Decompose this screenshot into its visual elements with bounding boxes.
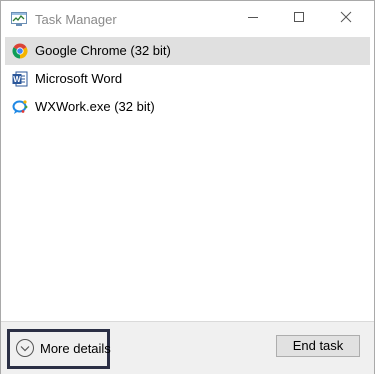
more-details-button[interactable]: More details — [7, 329, 111, 369]
task-manager-window: Task Manager Google Chrome (32 bit) W Mi… — [0, 0, 375, 374]
task-manager-icon — [11, 12, 27, 26]
window-title: Task Manager — [35, 12, 117, 27]
app-name: Google Chrome (32 bit) — [35, 43, 171, 58]
footer-bar: More details End task — [1, 321, 374, 374]
app-row-word[interactable]: W Microsoft Word — [5, 65, 370, 93]
app-name: Microsoft Word — [35, 71, 123, 86]
svg-text:W: W — [13, 75, 21, 84]
minimize-icon — [247, 10, 259, 28]
chrome-icon — [12, 43, 28, 59]
word-icon: W — [12, 71, 28, 87]
maximize-button[interactable] — [276, 1, 322, 37]
chevron-down-circle-icon — [15, 338, 35, 358]
app-name: WXWork.exe (32 bit) — [35, 99, 155, 114]
end-task-button[interactable]: End task — [276, 335, 360, 357]
minimize-button[interactable] — [230, 1, 276, 37]
close-button[interactable] — [323, 1, 369, 37]
title-bar[interactable]: Task Manager — [1, 1, 374, 37]
app-list: Google Chrome (32 bit) W Microsoft Word — [5, 37, 370, 321]
app-row-chrome[interactable]: Google Chrome (32 bit) — [5, 37, 370, 65]
app-row-wxwork[interactable]: WXWork.exe (32 bit) — [5, 93, 370, 121]
more-details-label: More details — [40, 341, 111, 356]
maximize-icon — [293, 10, 305, 28]
wxwork-icon — [12, 99, 28, 115]
close-icon — [340, 10, 352, 28]
